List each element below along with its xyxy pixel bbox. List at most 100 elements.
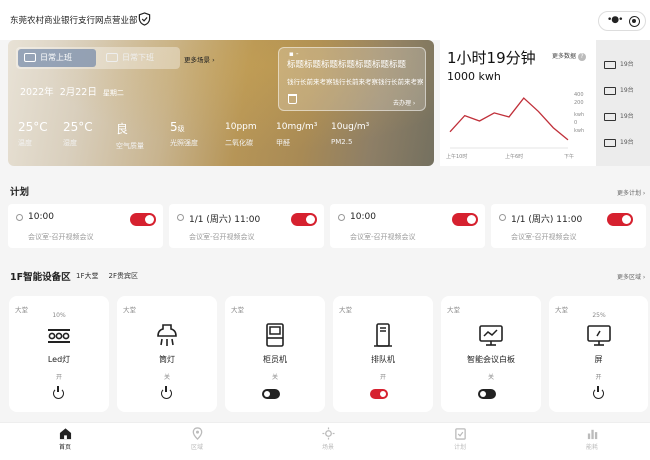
top-bar: 东莞农村商业银行支行网点营业部 •●• (0, 0, 650, 40)
more-plan-link[interactable]: 更多计划 › (617, 188, 645, 197)
device-name: 排队机 (371, 355, 395, 364)
x-tick-label: 下午 (564, 153, 574, 160)
more-scene-link[interactable]: 更多场景 › (184, 54, 215, 64)
device-state: 开 (595, 374, 602, 381)
more-dots-icon[interactable]: •●• (607, 15, 624, 25)
device-icon (604, 139, 616, 147)
stat-formaldehyde: 10mg/m³ 甲醛 (276, 122, 318, 147)
home-icon (59, 428, 71, 440)
nav-home[interactable]: 首页 (35, 427, 95, 451)
more-data-link[interactable]: 更多数据? (552, 51, 587, 61)
plan-icon (454, 428, 466, 440)
plan-time: 10:00 (350, 212, 376, 222)
plan-card[interactable]: 10:00 会议室-召开视频会议 (330, 204, 485, 248)
power-icon[interactable] (161, 386, 172, 399)
tab-1f-lobby[interactable]: 1F大堂 (76, 272, 98, 280)
device-icon (604, 87, 616, 95)
device-toggle[interactable] (262, 389, 280, 399)
device-state: 关 (487, 374, 494, 381)
device-count-item[interactable]: 19台 (602, 58, 648, 72)
plan-location: 会议室-召开视频会议 (511, 233, 577, 241)
y-tick-label: 200 (574, 100, 584, 106)
device-name: Led灯 (47, 355, 71, 364)
device-count-item[interactable]: 19台 (602, 136, 648, 150)
capsule-menu[interactable]: •●• (598, 11, 646, 31)
plan-toggle[interactable] (452, 213, 478, 226)
atm-icon (266, 323, 284, 347)
power-icon[interactable] (53, 386, 64, 399)
plan-section-title: 计划 (10, 187, 30, 198)
queue-machine-icon (374, 323, 392, 347)
device-card-atm[interactable]: 大堂 柜员机 关 (225, 296, 325, 412)
bottom-nav: 首页 区域 场景 计划 能耗 (0, 422, 650, 460)
device-tag: 大堂 (339, 306, 352, 314)
plan-toggle[interactable] (607, 213, 633, 226)
device-count-item[interactable]: 19台 (602, 110, 648, 124)
mode-work-button[interactable]: 日常上班 (18, 49, 96, 67)
mode-label: 日常上班 (40, 53, 72, 62)
energy-series-line (449, 97, 569, 141)
notice-title: 标题标题标题标题标题标题标题 (287, 60, 407, 70)
plan-toggle[interactable] (291, 213, 317, 226)
device-state: 开 (379, 374, 386, 381)
page-title: 东莞农村商业银行支行网点营业部 (10, 16, 138, 26)
plan-card[interactable]: 10:00 会议室-召开视频会议 (8, 204, 163, 248)
energy-panel: 1小时19分钟 1000 kwh 更多数据? 400 200 kwh 0 kwh 上午10… (440, 40, 650, 166)
whiteboard-icon (479, 325, 503, 346)
notice-dots: ▪ - (289, 50, 299, 58)
nav-plan[interactable]: 计划 (430, 427, 490, 451)
led-icon (48, 329, 70, 343)
device-card-screen[interactable]: 大堂 25% 屏 开 (549, 296, 648, 412)
device-card-queue[interactable]: 大堂 排队机 开 (333, 296, 433, 412)
stat-humidity: 25°C 湿度 (63, 120, 93, 147)
plan-card[interactable]: 1/1 (周六) 11:00 会议室-召开视频会议 (491, 204, 646, 248)
clock-icon (499, 214, 506, 221)
device-name: 智能会议白板 (467, 355, 515, 364)
environment-panel: 日常上班 日常下班 更多场景 › 2022年 2月22日 星期二 25°C 温度 25… (8, 40, 434, 166)
device-card-whiteboard[interactable]: 大堂 智能会议白板 关 (441, 296, 541, 412)
x-tick-label: 上午6时 (505, 153, 523, 160)
more-area-link[interactable]: 更多区域 › (617, 272, 645, 281)
device-card-led[interactable]: 大堂 10% Led灯 开 (9, 296, 109, 412)
mode-label: 日常下班 (122, 53, 154, 62)
device-toggle[interactable] (478, 389, 496, 399)
area-section-title: 1F智能设备区 (10, 272, 71, 283)
notice-action-link[interactable]: 去办理 › (393, 98, 415, 107)
plan-toggle[interactable] (130, 213, 156, 226)
nav-scene[interactable]: 场景 (298, 427, 358, 451)
device-state: 开 (55, 374, 62, 381)
y-tick-label: 0 (574, 120, 577, 126)
device-tag: 大堂 (231, 306, 244, 314)
date-display: 2022年 2月22日 星期二 (20, 87, 124, 98)
device-name: 柜员机 (263, 355, 287, 364)
nav-energy[interactable]: 能耗 (562, 427, 622, 451)
plan-card[interactable]: 1/1 (周六) 11:00 会议室-召开视频会议 (169, 204, 324, 248)
device-tag: 大堂 (447, 306, 460, 314)
scene-icon (321, 427, 335, 440)
tab-2f-vip[interactable]: 2F贵宾区 (108, 272, 137, 280)
nav-area[interactable]: 区域 (167, 427, 227, 451)
power-icon[interactable] (593, 386, 604, 399)
device-count-item[interactable]: 19台 (602, 84, 648, 98)
energy-line-chart: 400 200 kwh 0 kwh 上午10时 上午6时 下午 (446, 92, 584, 160)
device-tag: 大堂 (123, 306, 136, 314)
notice-desc: 钱行长前来考察钱行长前来考察钱行长前来考察 (287, 78, 423, 86)
area-tabs: 1F大堂 2F贵宾区 (76, 271, 148, 281)
clock-icon (177, 214, 184, 221)
notice-card[interactable]: ▪ - 标题标题标题标题标题标题标题 钱行长前来考察钱行长前来考察钱行长前来考察… (278, 47, 426, 111)
plan-time: 10:00 (28, 212, 54, 222)
stat-light: 5级 光照强度 (170, 120, 198, 147)
close-target-icon[interactable] (629, 16, 640, 27)
trash-icon[interactable] (288, 94, 297, 104)
plan-location: 会议室-召开视频会议 (189, 233, 255, 241)
clock-icon (338, 214, 345, 221)
clock-icon (16, 214, 23, 221)
location-icon (192, 427, 202, 440)
device-toggle[interactable] (370, 389, 388, 399)
shield-icon (138, 12, 151, 26)
moon-icon (106, 53, 118, 62)
sun-icon (24, 53, 36, 62)
mode-offwork-button[interactable]: 日常下班 (100, 49, 178, 67)
device-icon (604, 113, 616, 121)
device-card-downlight[interactable]: 大堂 筒灯 关 (117, 296, 217, 412)
